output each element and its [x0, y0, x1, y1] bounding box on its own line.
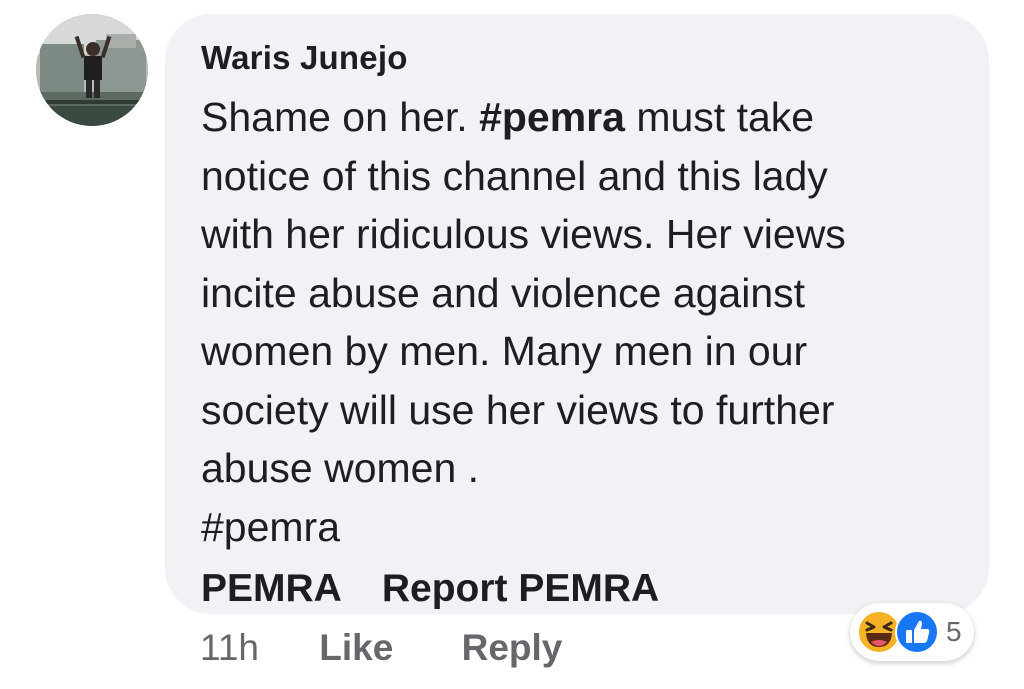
comment-text-segment: must take [624, 94, 815, 140]
comment-bubble: Waris Junejo Shame on her. #pemra must t… [165, 14, 989, 614]
hashtag-link-pemra-standalone[interactable]: #pemra [201, 498, 953, 557]
like-thumb-icon [894, 609, 940, 655]
comment-line: with her ridiculous views. Her views [201, 211, 846, 257]
comment-actions: 11h Like Reply [200, 622, 562, 674]
reply-button[interactable]: Reply [462, 622, 563, 674]
comment-line: abuse women . [201, 445, 480, 491]
comment-line: notice of this channel and this lady [201, 152, 828, 199]
hashtag-link-pemra[interactable]: #pemra [479, 94, 625, 140]
avatar[interactable] [36, 14, 148, 126]
comment-text-segment: Shame on her. [201, 94, 480, 140]
comment-text: Shame on her. #pemra must take notice of… [201, 88, 953, 556]
reaction-count: 5 [946, 616, 962, 647]
avatar-image [36, 14, 148, 126]
comment-line: Shame on her. #pemra must take [201, 88, 953, 147]
comment-timestamp[interactable]: 11h [200, 622, 259, 674]
tag-links-row: PEMRA Report PEMRA [201, 564, 953, 614]
comment-container: Waris Junejo Shame on her. #pemra must t… [0, 0, 1024, 689]
tag-link-report-pemra[interactable]: Report PEMRA [382, 567, 659, 610]
comment-line: society will use her views to further [201, 386, 835, 433]
comment-line: women by men. Many men in our [201, 328, 808, 374]
tag-link-pemra[interactable]: PEMRA [201, 567, 342, 610]
like-button[interactable]: Like [319, 622, 393, 674]
reactions-summary[interactable]: 5 [850, 603, 974, 661]
comment-line: incite abuse and violence against [201, 269, 806, 316]
comment-author[interactable]: Waris Junejo [201, 38, 408, 78]
